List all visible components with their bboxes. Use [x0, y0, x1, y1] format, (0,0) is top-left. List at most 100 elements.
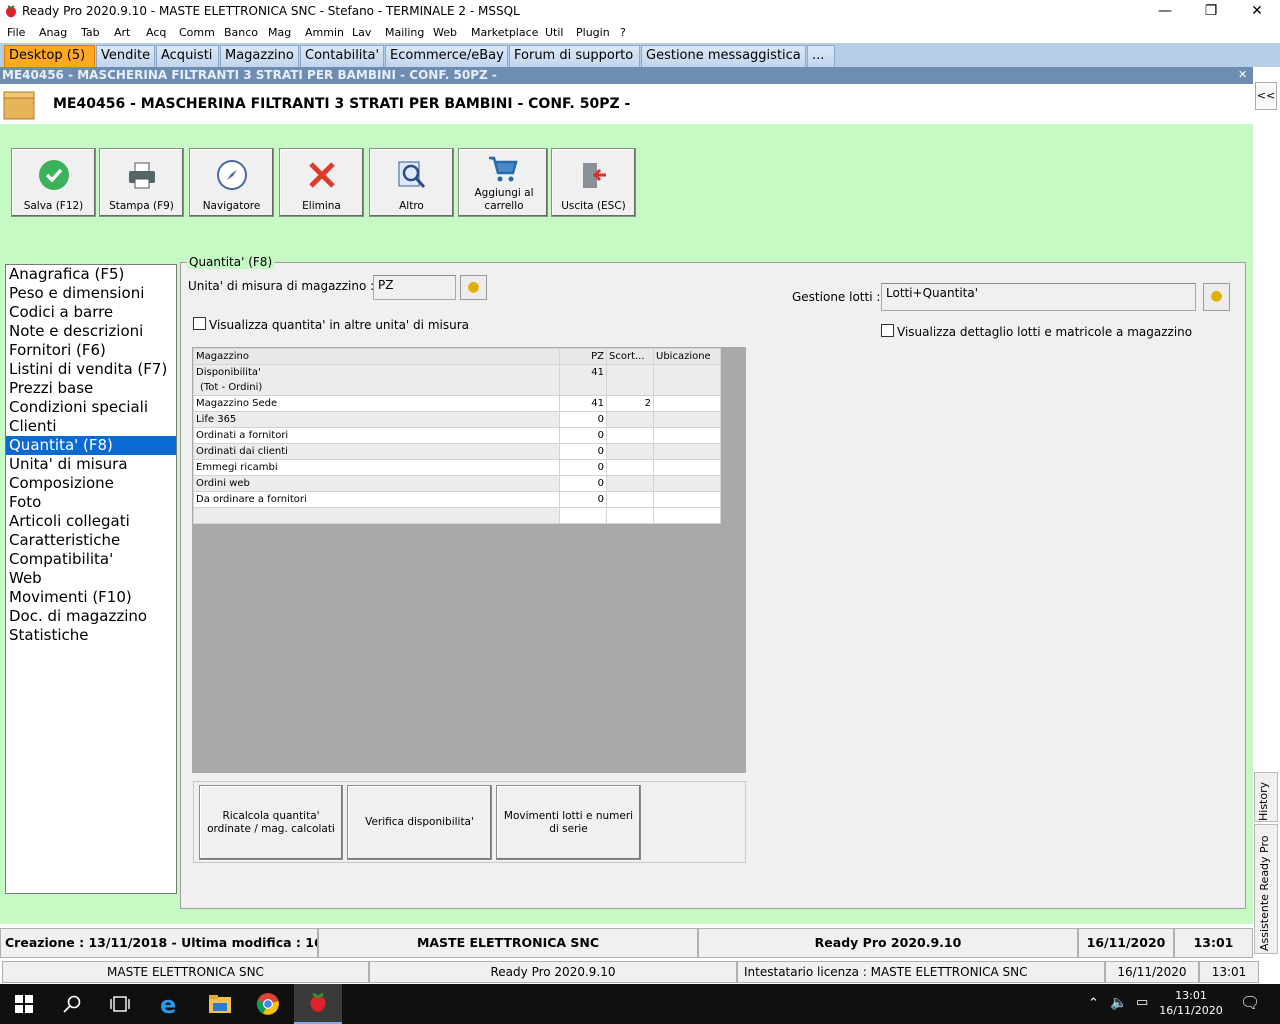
verify-availability-button[interactable]: Verifica disponibilita' — [347, 785, 492, 860]
task-view-button[interactable] — [96, 984, 144, 1024]
nav-item-doc[interactable]: Doc. di magazzino — [6, 607, 176, 626]
tab-contabilita[interactable]: Contabilita' — [300, 45, 384, 67]
grid-header-scorta[interactable]: Scort... — [606, 348, 654, 365]
menu-anag[interactable]: Anag — [39, 26, 67, 39]
nav-item-compatibilita[interactable]: Compatibilita' — [6, 550, 176, 569]
menu-art[interactable]: Art — [114, 26, 130, 39]
nav-item-movimenti[interactable]: Movimenti (F10) — [6, 588, 176, 607]
minimize-button[interactable]: — — [1142, 0, 1188, 23]
print-button[interactable]: Stampa (F9) — [99, 148, 184, 217]
menu-web[interactable]: Web — [433, 26, 457, 39]
add-to-cart-button[interactable]: Aggiungi al carrello — [458, 148, 548, 217]
assistant-tab[interactable]: Assistente Ready Pro — [1254, 824, 1278, 954]
nav-item-unita[interactable]: Unita' di misura — [6, 455, 176, 474]
more-button[interactable]: Altro — [369, 148, 454, 217]
nav-item-foto[interactable]: Foto — [6, 493, 176, 512]
table-row[interactable]: Da ordinare a fornitori 0 — [193, 491, 721, 508]
menu-lav[interactable]: Lav — [352, 26, 371, 39]
start-button[interactable] — [0, 984, 48, 1024]
nav-item-caratteristiche[interactable]: Caratteristiche — [6, 531, 176, 550]
nav-item-listini[interactable]: Listini di vendita (F7) — [6, 360, 176, 379]
menu-plugin[interactable]: Plugin — [576, 26, 610, 39]
nav-item-condizioni[interactable]: Condizioni speciali — [6, 398, 176, 417]
tab-messaggistica[interactable]: Gestione messaggistica — [641, 45, 806, 67]
delete-button[interactable]: Elimina — [279, 148, 364, 217]
nav-item-quantita[interactable]: Quantita' (F8) — [6, 436, 176, 455]
grid-cell-scorta: 2 — [606, 395, 654, 412]
tab-forum[interactable]: Forum di supporto — [509, 45, 640, 67]
nav-item-composizione[interactable]: Composizione — [6, 474, 176, 493]
lots-field[interactable]: Lotti+Quantita' — [881, 283, 1196, 311]
uom-field[interactable]: PZ — [373, 275, 456, 300]
nav-item-clienti[interactable]: Clienti — [6, 417, 176, 436]
history-tab-label: History — [1257, 781, 1270, 821]
collapse-button[interactable]: << — [1255, 82, 1277, 110]
tray-chevron-icon[interactable]: ⌃ — [1088, 996, 1099, 1011]
module-tabs: Desktop (5) Vendite Acquisti Magazzino C… — [0, 43, 1280, 67]
menu-mailing[interactable]: Mailing — [385, 26, 424, 39]
exit-button[interactable]: Uscita (ESC) — [551, 148, 636, 217]
grid-header-pz[interactable]: PZ — [559, 348, 607, 365]
tab-acquisti[interactable]: Acquisti — [156, 45, 219, 67]
search-button[interactable] — [48, 984, 96, 1024]
save-button[interactable]: Salva (F12) — [11, 148, 96, 217]
nav-item-peso[interactable]: Peso e dimensioni — [6, 284, 176, 303]
menu-banco[interactable]: Banco — [224, 26, 258, 39]
table-row[interactable]: Emmegi ricambi 0 — [193, 459, 721, 476]
menu-comm[interactable]: Comm — [179, 26, 215, 39]
recalc-button[interactable]: Ricalcola quantita' ordinate / mag. calc… — [199, 785, 343, 860]
menu-ammin[interactable]: Ammin — [305, 26, 344, 39]
table-row[interactable]: Ordinati dai clienti 0 — [193, 443, 721, 460]
history-tab[interactable]: History — [1254, 772, 1278, 822]
menu-util[interactable]: Util — [545, 26, 563, 39]
readypro-taskbar-button[interactable] — [294, 984, 342, 1024]
taskbar-clock[interactable]: 13:01 16/11/2020 — [1156, 988, 1226, 1018]
table-row[interactable]: Disponibilita' (Tot - Ordini) 41 — [193, 364, 721, 396]
compass-icon — [216, 160, 247, 190]
menu-acq[interactable]: Acq — [146, 26, 166, 39]
edge-button[interactable]: e — [146, 984, 194, 1024]
tab-more[interactable]: ... — [807, 45, 835, 67]
navigator-button[interactable]: Navigatore — [189, 148, 274, 217]
section-nav: Anagrafica (F5) Peso e dimensioni Codici… — [5, 264, 177, 894]
notifications-icon[interactable]: 🗨 — [1240, 993, 1260, 1012]
table-row[interactable]: Magazzino Sede 41 2 — [193, 395, 721, 412]
lot-movements-button[interactable]: Movimenti lotti e numeri di serie — [496, 785, 641, 860]
menu-marketplace[interactable]: Marketplace — [471, 26, 538, 39]
nav-item-articoli[interactable]: Articoli collegati — [6, 512, 176, 531]
windows-logo-icon — [15, 995, 33, 1013]
tab-vendite[interactable]: Vendite — [96, 45, 155, 67]
other-uom-checkbox[interactable] — [193, 317, 206, 330]
menu-file[interactable]: File — [7, 26, 25, 39]
nav-item-web[interactable]: Web — [6, 569, 176, 588]
nav-item-fornitori[interactable]: Fornitori (F6) — [6, 341, 176, 360]
grid-header-magazzino[interactable]: Magazzino — [193, 348, 560, 365]
menu-help[interactable]: ? — [620, 26, 626, 39]
table-row[interactable]: Ordinati a fornitori 0 — [193, 427, 721, 444]
explorer-button[interactable] — [196, 984, 244, 1024]
tab-magazzino[interactable]: Magazzino — [220, 45, 299, 67]
restore-button[interactable]: ❐ — [1188, 0, 1234, 23]
nav-item-statistiche[interactable]: Statistiche — [6, 626, 176, 645]
table-row[interactable]: Life 365 0 — [193, 411, 721, 428]
lots-lookup-button[interactable]: ● — [1203, 283, 1230, 311]
nav-item-codici[interactable]: Codici a barre — [6, 303, 176, 322]
chrome-button[interactable] — [244, 984, 292, 1024]
menu-mag[interactable]: Mag — [268, 26, 291, 39]
uom-lookup-button[interactable]: ● — [460, 275, 487, 300]
nav-item-anagrafica[interactable]: Anagrafica (F5) — [6, 265, 176, 284]
tab-ecommerce[interactable]: Ecommerce/eBay — [385, 45, 508, 67]
nav-item-prezzi[interactable]: Prezzi base — [6, 379, 176, 398]
lot-detail-checkbox[interactable] — [881, 324, 894, 337]
tab-desktop[interactable]: Desktop (5) — [4, 45, 95, 67]
close-window-button[interactable]: ✕ — [1234, 0, 1280, 23]
table-row[interactable]: Ordini web 0 — [193, 475, 721, 492]
grid-header-ubicazione[interactable]: Ubicazione — [653, 348, 721, 365]
volume-icon[interactable]: 🔈 — [1110, 995, 1127, 1011]
menu-tab[interactable]: Tab — [81, 26, 100, 39]
network-icon[interactable]: ▭ — [1136, 995, 1148, 1010]
nav-item-note[interactable]: Note e descrizioni — [6, 322, 176, 341]
close-form-button[interactable]: ✕ — [1238, 68, 1247, 81]
strawberry-icon — [310, 992, 326, 1012]
group-caption: Quantita' (F8) — [187, 255, 275, 269]
